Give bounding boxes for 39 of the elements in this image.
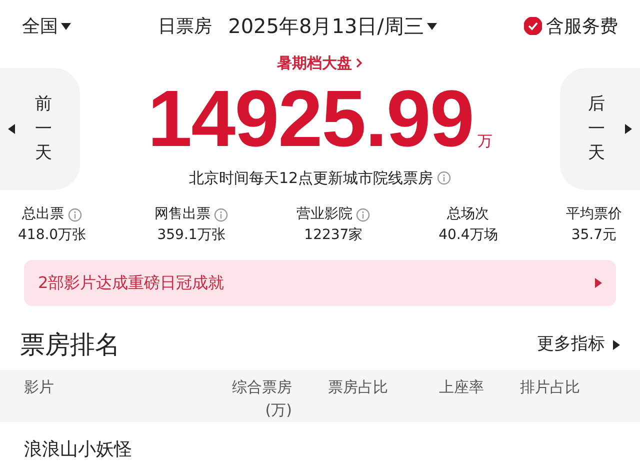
region-dropdown[interactable]: 全国 xyxy=(22,12,71,40)
stat-value: 418.0万张 xyxy=(18,226,86,245)
banner-text: 2部影片达成重磅日冠成就 xyxy=(38,272,224,294)
info-icon xyxy=(437,170,452,185)
day-button[interactable]: 后 一 天 xyxy=(560,68,640,190)
caret-icon xyxy=(61,23,71,30)
checkbox-label: 含服务费 xyxy=(546,14,618,38)
stat-value: 40.4万场 xyxy=(438,226,498,245)
stat-label: 平均票价 xyxy=(566,205,622,224)
achievement-banner[interactable]: 2部影片达成重磅日冠成就 xyxy=(24,260,616,306)
column-header: 票房占比 xyxy=(327,377,388,398)
film-name: 浪浪山小妖怪 xyxy=(23,438,133,462)
unit-label: 万 xyxy=(477,131,492,152)
stat-value: 35.7元 xyxy=(571,226,617,245)
chevron-icon xyxy=(356,58,363,68)
stat-value: 359.1万张 xyxy=(157,226,226,245)
page-title: 日票房 xyxy=(158,14,212,38)
section-title: 票房排名 xyxy=(20,329,120,362)
date-picker[interactable]: 2025年8月13日/周三 xyxy=(228,11,437,41)
column-header: 影片 xyxy=(23,377,55,398)
stat-label: 总出票 xyxy=(22,205,64,224)
caret-icon xyxy=(595,278,602,288)
day-button[interactable]: 前 一 天 xyxy=(0,68,80,190)
stat-label: 网售出票 xyxy=(154,205,210,224)
more-metrics-link[interactable]: 更多指标 xyxy=(537,332,620,358)
stat-value: 12237家 xyxy=(304,226,363,245)
update-note: 北京时间每天12点更新城市院线票房 xyxy=(188,168,434,188)
stat-label: 营业影院 xyxy=(296,205,352,224)
column-header: 综合票房 (万) xyxy=(231,377,292,420)
checkbox[interactable] xyxy=(524,17,542,35)
caret-icon xyxy=(8,124,15,134)
column-header: 排片占比 xyxy=(519,377,580,398)
total-box-office: 14925.99 xyxy=(148,78,474,158)
column-header: 上座率 xyxy=(438,377,484,398)
caret-icon xyxy=(624,124,632,134)
caret-icon xyxy=(426,23,437,30)
caret-icon xyxy=(613,340,620,350)
stat-label: 总场次 xyxy=(447,205,490,224)
season-link[interactable]: 暑期档大盘 xyxy=(276,52,352,74)
